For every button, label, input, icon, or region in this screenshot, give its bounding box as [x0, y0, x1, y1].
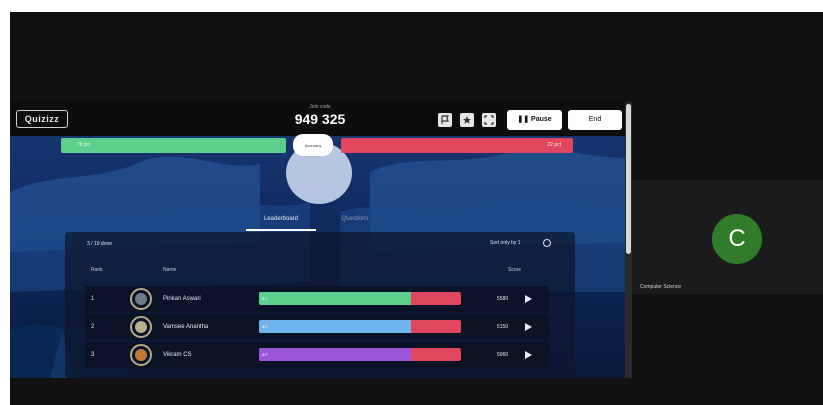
scrollbar[interactable] — [625, 102, 632, 378]
avatar-image — [135, 321, 147, 333]
view-tabs: Leaderboard Questions — [246, 209, 396, 231]
incorrect-accuracy-label: 22 pct — [547, 142, 561, 148]
player-accuracy-fill: 8/7 — [259, 348, 411, 361]
player-accuracy-label: 8/7 — [262, 324, 268, 329]
player-score: 5150 — [497, 324, 509, 330]
correct-accuracy-label: 78 pct — [77, 142, 91, 148]
meeting-window: Quizizz Join code 949 325 ❚❚ Pause End 7… — [0, 0, 823, 405]
player-accuracy-bar: 8/7 — [259, 292, 461, 305]
participant-avatar: C — [712, 214, 762, 264]
player-accuracy-bar: 8/7 — [259, 348, 461, 361]
fullscreen-icon — [484, 115, 494, 125]
player-accuracy-fill: 8/7 — [259, 292, 411, 305]
incorrect-accuracy-bar: 22 pct — [341, 138, 573, 153]
player-accuracy-label: 8/7 — [262, 296, 268, 301]
tab-questions[interactable]: Questions — [320, 209, 390, 231]
play-icon[interactable] — [525, 323, 532, 331]
name-column-header: Name — [163, 267, 177, 273]
avatar-image — [135, 349, 147, 361]
accuracy-badge-text: Accuracy — [304, 143, 322, 148]
fullscreen-button[interactable] — [482, 113, 496, 127]
play-icon[interactable] — [525, 295, 532, 303]
avatar — [130, 316, 152, 338]
table-row[interactable]: 3 Vikram CS 8/7 5060 — [85, 342, 549, 368]
rank-column-header: Rank — [91, 267, 103, 273]
quiz-top-bar: Quizizz Join code 949 325 ❚❚ Pause End — [10, 102, 632, 136]
flag-button[interactable] — [438, 113, 452, 127]
player-name: Vikram CS — [163, 352, 192, 358]
participant-name: Computer Science — [640, 284, 682, 290]
pause-button[interactable]: ❚❚ Pause — [507, 110, 562, 130]
join-code: Join code 949 325 — [280, 104, 360, 128]
correct-accuracy-bar: 78 pct — [61, 138, 286, 153]
score-column-header: Score — [508, 267, 522, 273]
tab-leaderboard[interactable]: Leaderboard — [246, 209, 316, 231]
sort-toggle-label[interactable]: Sort only by 1 — [490, 240, 521, 246]
player-rank: 2 — [91, 324, 95, 330]
join-code-value: 949 325 — [294, 111, 346, 127]
player-accuracy-bar: 8/7 — [259, 320, 461, 333]
quizizz-logo: Quizizz — [16, 110, 68, 128]
player-accuracy-fill: 8/7 — [259, 320, 411, 333]
pause-label: Pause — [531, 116, 552, 123]
player-name: Pinkan Aswari — [163, 296, 201, 302]
avatar — [130, 344, 152, 366]
player-score: 5580 — [497, 296, 509, 302]
player-score: 5060 — [497, 352, 509, 358]
join-code-label: Join code — [309, 104, 331, 110]
screen-share: Quizizz Join code 949 325 ❚❚ Pause End 7… — [10, 102, 632, 378]
players-done-count: 3 / 19 done — [87, 241, 113, 247]
table-row[interactable]: 2 Vamsee Anantha 8/7 5150 — [85, 314, 549, 340]
player-name: Vamsee Anantha — [163, 324, 209, 330]
scrollbar-thumb[interactable] — [626, 104, 631, 254]
participant-tile[interactable]: C Computer Science — [632, 180, 823, 294]
flag-icon — [441, 115, 449, 124]
player-accuracy-label: 8/7 — [262, 352, 268, 357]
end-button[interactable]: End — [568, 110, 622, 130]
pause-icon: ❚❚ — [517, 116, 532, 123]
player-rank: 1 — [91, 296, 95, 302]
star-icon — [463, 116, 471, 124]
avatar — [130, 288, 152, 310]
star-button[interactable] — [460, 113, 474, 127]
sort-toggle-icon[interactable] — [543, 239, 551, 247]
avatar-image — [135, 293, 147, 305]
table-row[interactable]: 1 Pinkan Aswari 8/7 5580 — [85, 286, 549, 312]
leaderboard-panel: 3 / 19 done Sort only by 1 Rank Name Sco… — [65, 232, 575, 378]
play-icon[interactable] — [525, 351, 532, 359]
player-rank: 3 — [91, 352, 95, 358]
accuracy-badge: Accuracy — [293, 134, 333, 156]
